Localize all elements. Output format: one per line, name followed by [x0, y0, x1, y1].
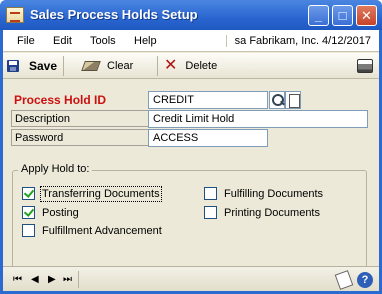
description-label: Description: [11, 110, 151, 127]
window-app-icon: [6, 7, 24, 23]
menu-file[interactable]: File: [17, 35, 35, 47]
status-bar: ⏮ ◀ ▶ ⏭ ?: [3, 266, 379, 291]
window-note-icon[interactable]: [334, 270, 354, 290]
delete-x-icon: ✕: [164, 57, 178, 74]
nav-last-icon[interactable]: ⏭: [63, 274, 72, 285]
save-label: Save: [29, 59, 58, 73]
company-date-info: sa Fabrikam, Inc. 4/12/2017: [225, 35, 371, 47]
checkbox-posting-box[interactable]: [22, 206, 35, 219]
checkbox-fulfilling-documents-label: Fulfilling Documents: [224, 187, 324, 200]
window-client-area: File Edit Tools Help sa Fabrikam, Inc. 4…: [3, 30, 379, 291]
save-disk-icon: [7, 60, 19, 72]
menu-help[interactable]: Help: [134, 35, 157, 47]
checkbox-fulfilling-documents[interactable]: Fulfilling Documents: [204, 187, 323, 200]
maximize-button[interactable]: □: [332, 5, 353, 26]
clear-label: Clear: [107, 60, 134, 72]
checkbox-printing-documents-label: Printing Documents: [224, 206, 320, 219]
lookup-icon[interactable]: [269, 91, 285, 109]
menu-tools[interactable]: Tools: [90, 35, 116, 47]
help-icon[interactable]: ?: [357, 272, 373, 288]
nav-next-icon[interactable]: ▶: [48, 274, 56, 285]
checkbox-transferring-documents-label: Transferring Documents: [40, 185, 162, 202]
delete-button[interactable]: ✕ Delete: [157, 56, 217, 76]
process-hold-id-field[interactable]: CREDIT: [148, 91, 268, 109]
save-button[interactable]: Save: [7, 56, 65, 76]
menu-edit[interactable]: Edit: [53, 35, 72, 47]
checkbox-transferring-documents-box[interactable]: [22, 187, 35, 200]
delete-label: Delete: [185, 60, 218, 72]
title-bar[interactable]: Sales Process Holds Setup _ □ ✕: [0, 0, 382, 30]
nav-previous-icon[interactable]: ◀: [31, 274, 39, 285]
checkbox-fulfillment-advancement-box[interactable]: [22, 224, 35, 237]
checkbox-transferring-documents[interactable]: Transferring Documents: [22, 185, 162, 202]
toolbar: Save Clear ✕ Delete: [3, 53, 379, 79]
checkbox-printing-documents-box[interactable]: [204, 206, 217, 219]
password-label: Password: [11, 129, 151, 146]
note-icon[interactable]: [285, 91, 301, 109]
app-window: Sales Process Holds Setup _ □ ✕ File Edi…: [0, 0, 382, 294]
checkbox-fulfillment-advancement[interactable]: Fulfillment Advancement: [22, 224, 162, 237]
printer-icon[interactable]: [357, 59, 373, 73]
checkbox-fulfilling-documents-box[interactable]: [204, 187, 217, 200]
clear-button[interactable]: Clear: [81, 56, 134, 76]
menu-bar: File Edit Tools Help sa Fabrikam, Inc. 4…: [3, 30, 379, 52]
checkbox-printing-documents[interactable]: Printing Documents: [204, 206, 320, 219]
password-field[interactable]: ACCESS: [148, 129, 268, 147]
apply-hold-title: Apply Hold to:: [18, 163, 93, 175]
apply-hold-group: Apply Hold to: Transferring Documents Po…: [12, 163, 367, 278]
nav-divider: [78, 271, 79, 288]
process-hold-id-label: Process Hold ID: [14, 93, 107, 107]
eraser-icon: [81, 61, 101, 71]
minimize-button[interactable]: _: [308, 5, 329, 26]
description-field[interactable]: Credit Limit Hold: [148, 110, 368, 128]
checkbox-fulfillment-advancement-label: Fulfillment Advancement: [42, 224, 162, 237]
checkbox-posting[interactable]: Posting: [22, 206, 79, 219]
close-button[interactable]: ✕: [356, 5, 377, 26]
nav-first-icon[interactable]: ⏮: [13, 274, 22, 285]
checkbox-posting-label: Posting: [42, 206, 79, 219]
window-title: Sales Process Holds Setup: [30, 7, 198, 22]
